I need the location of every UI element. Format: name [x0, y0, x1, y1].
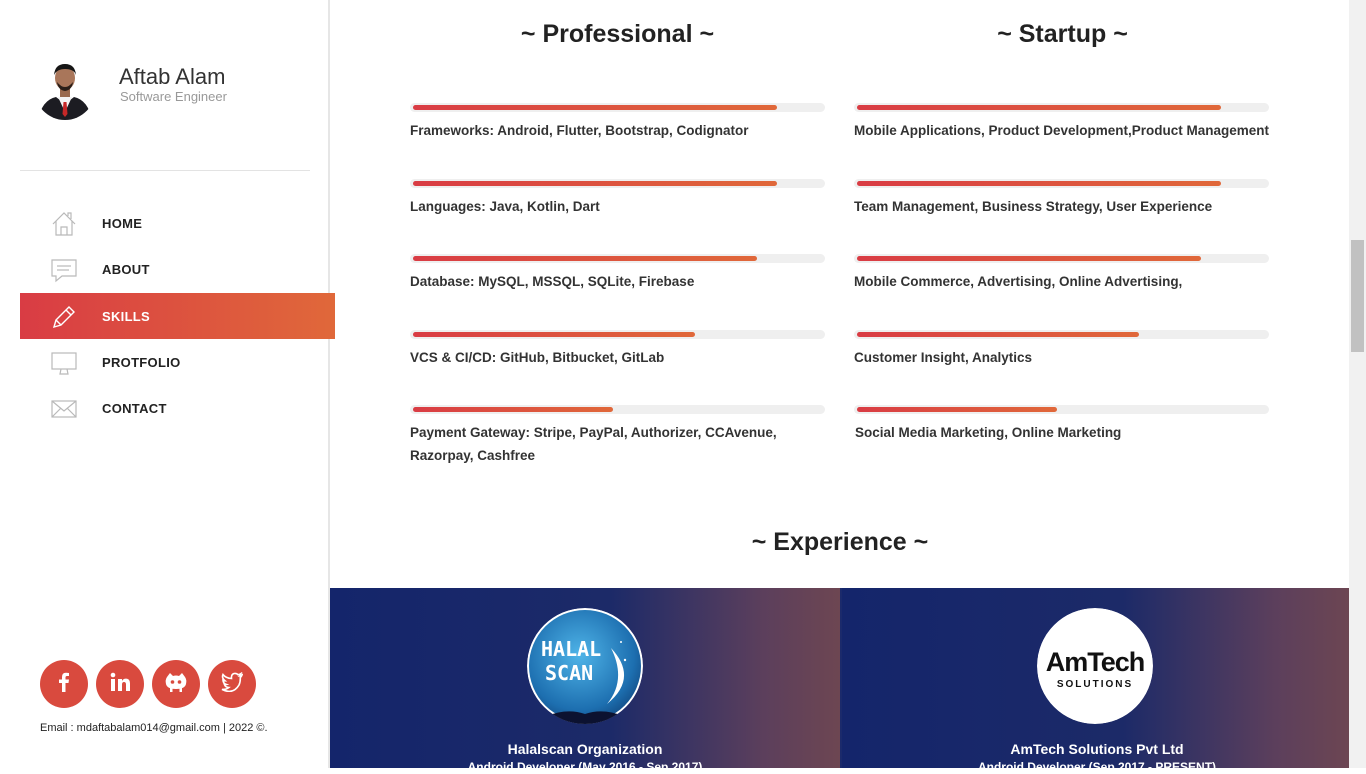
skill-bar-fill — [857, 256, 1201, 261]
page-scrollbar[interactable] — [1349, 0, 1366, 768]
nav-label-about: ABOUT — [102, 261, 150, 277]
skill-label: Social Media Marketing, Online Marketing — [855, 425, 1122, 440]
skill-bar — [410, 254, 825, 263]
profile-name: Aftab Alam — [119, 64, 226, 89]
twitter-link[interactable] — [208, 660, 256, 708]
monitor-icon — [50, 349, 78, 377]
skill-label: Payment Gateway: Stripe, PayPal, Authori… — [410, 425, 777, 463]
nav-label-skills: SKILLS — [102, 308, 151, 324]
skill-bar — [854, 330, 1269, 339]
experience-card-amtech[interactable]: AmTech SOLUTIONS AmTech Solutions Pvt Lt… — [842, 588, 1352, 774]
experience-company: Halalscan Organization — [507, 741, 663, 757]
amtech-logo-tagline: SOLUTIONS — [1057, 679, 1133, 690]
home-icon — [50, 210, 78, 238]
skill-bar — [854, 405, 1269, 414]
skill-label: Frameworks: Android, Flutter, Bootstrap,… — [410, 123, 749, 138]
skill-label: Languages: Java, Kotlin, Dart — [410, 199, 600, 214]
skill-bar-fill — [413, 105, 777, 110]
experience-card-halalscan[interactable]: HALAL SCAN Halalscan Organization Androi… — [330, 588, 840, 774]
linkedin-icon — [109, 671, 131, 698]
skill-bar-fill — [413, 181, 777, 186]
experience-section: HALAL SCAN Halalscan Organization Androi… — [330, 588, 1352, 774]
skill-label: Customer Insight, Analytics — [854, 350, 1033, 365]
skill-bar — [854, 103, 1269, 112]
halalscan-logo-line1: HALAL — [541, 637, 601, 661]
experience-role: Android Developer (Sep 2017 - PRESENT) — [977, 760, 1217, 774]
nav-item-home[interactable]: HOME — [20, 200, 335, 246]
sidebar: Aftab Alam Software Engineer HOME ABOUT … — [0, 0, 335, 768]
skill-bar — [410, 103, 825, 112]
nav-label-contact: CONTACT — [102, 400, 167, 416]
experience-role: Android Developer (May 2016 - Sep 2017) — [467, 760, 703, 774]
skill-bar-fill — [413, 407, 613, 412]
skill-label: Mobile Commerce, Advertising, Online Adv… — [854, 274, 1183, 289]
nav-item-about[interactable]: ABOUT — [20, 246, 335, 292]
sidebar-divider — [20, 170, 310, 171]
nav-label-home: HOME — [102, 215, 143, 231]
skill-bar-fill — [413, 256, 757, 261]
startup-heading: ~ Startup ~ — [997, 20, 1128, 48]
twitter-icon — [221, 671, 244, 697]
skill-bar — [410, 179, 825, 188]
skill-bar-fill — [413, 332, 695, 337]
scrollbar-thumb[interactable] — [1351, 240, 1364, 352]
skill-label: VCS & CI/CD: GitHub, Bitbucket, GitLab — [410, 350, 665, 365]
skill-bar — [410, 330, 825, 339]
skill-bar-fill — [857, 105, 1221, 110]
halalscan-logo-line2: SCAN — [545, 661, 593, 685]
github-link[interactable] — [152, 660, 200, 708]
amtech-logo: AmTech SOLUTIONS — [1037, 608, 1153, 724]
skill-label: Database: MySQL, MSSQL, SQLite, Firebase — [410, 274, 695, 289]
facebook-link[interactable] — [40, 660, 88, 708]
skill-bar — [854, 254, 1269, 263]
facebook-icon — [53, 671, 75, 698]
halalscan-logo: HALAL SCAN — [527, 608, 643, 724]
pencil-icon — [50, 303, 78, 331]
nav-label-portfolio: PROTFOLIO — [102, 354, 181, 370]
github-icon — [164, 671, 188, 698]
nav-item-contact[interactable]: CONTACT — [20, 385, 335, 431]
skill-label: Team Management, Business Strategy, User… — [854, 199, 1213, 214]
skill-bar-fill — [857, 407, 1057, 412]
amtech-logo-wordmark: AmTech — [1046, 647, 1145, 677]
linkedin-link[interactable] — [96, 660, 144, 708]
experience-heading: ~ Experience ~ — [751, 528, 929, 556]
skill-bar — [854, 179, 1269, 188]
nav-item-portfolio[interactable]: PROTFOLIO — [20, 339, 335, 385]
main-content: ~ Professional ~ ~ Startup ~ Frameworks:… — [330, 0, 1352, 774]
skill-bar-fill — [857, 332, 1139, 337]
footer-email: Email : mdaftabalam014@gmail.com | 2022 … — [40, 722, 268, 734]
experience-company: AmTech Solutions Pvt Ltd — [1010, 741, 1184, 757]
professional-heading: ~ Professional ~ — [520, 20, 715, 48]
avatar — [34, 56, 96, 120]
skill-bar-fill — [857, 181, 1221, 186]
nav-item-skills[interactable]: SKILLS — [20, 293, 335, 339]
chat-icon — [50, 256, 78, 284]
profile-title: Software Engineer — [120, 89, 227, 104]
skill-bar — [410, 405, 825, 414]
envelope-icon — [50, 395, 78, 423]
skill-label: Mobile Applications, Product Development… — [854, 123, 1270, 138]
